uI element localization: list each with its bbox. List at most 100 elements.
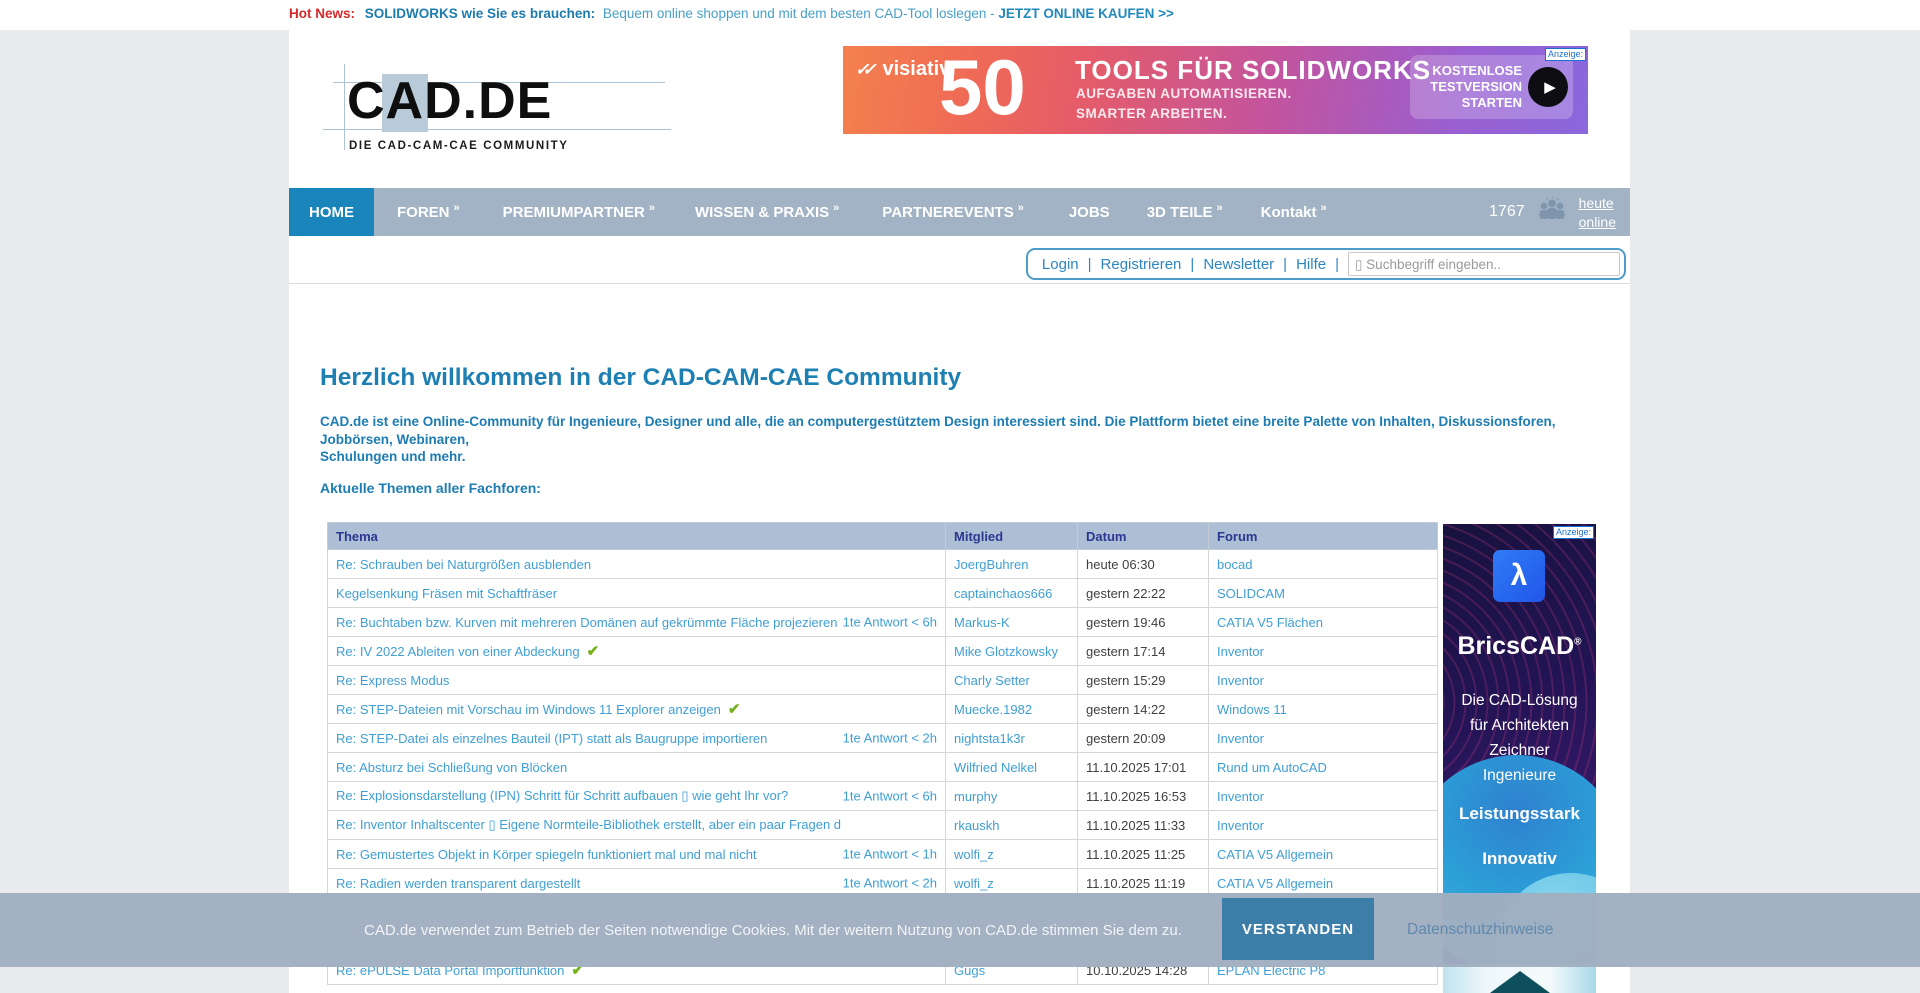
forum-link[interactable]: bocad (1217, 557, 1252, 572)
member-link[interactable]: wolfi_z (954, 847, 994, 862)
topic-link[interactable]: Kegelsenkung Fräsen mit Schaftfräser (336, 586, 557, 601)
forum-link[interactable]: Inventor (1217, 673, 1264, 688)
nav-item-premiumpartner[interactable]: PREMIUMPARTNER» (503, 188, 655, 236)
topic-cell: Re: STEP-Datei als einzelnes Bauteil (IP… (328, 724, 946, 753)
topic-link[interactable]: Re: Absturz bei Schließung von Blöcken (336, 760, 567, 775)
nav-item-partnerevents[interactable]: PARTNEREVENTS » (882, 188, 1024, 236)
bricscad-keyword-2: Innovativ (1443, 849, 1596, 869)
member-link[interactable]: nightsta1k3r (954, 731, 1025, 746)
banner-cta-button[interactable]: KOSTENLOSE TESTVERSION STARTEN ▶ (1410, 55, 1573, 119)
forum-link[interactable]: CATIA V5 Allgemein (1217, 876, 1333, 891)
topic-link[interactable]: Re: STEP-Dateien mit Vorschau im Windows… (336, 702, 721, 717)
nav-item-wissen-praxis[interactable]: WISSEN & PRAXIS» (695, 188, 839, 236)
online-link-online[interactable]: online (1579, 214, 1616, 230)
topic-cell: Re: Express Modus (328, 666, 946, 695)
nav-item-label: 3D TEILE (1147, 204, 1213, 221)
banner-headline: TOOLS FÜR SOLIDWORKS (1075, 55, 1431, 86)
topic-link[interactable]: Re: Gemustertes Objekt in Körper spiegel… (336, 847, 757, 862)
topic-link[interactable]: Re: Buchtaben bzw. Kurven mit mehreren D… (336, 615, 837, 630)
topic-cell: Re: IV 2022 Ableiten von einer Abdeckung… (328, 637, 946, 666)
forum-link[interactable]: CATIA V5 Allgemein (1217, 847, 1333, 862)
cookie-accept-button[interactable]: VERSTANDEN (1222, 898, 1374, 960)
topic-link[interactable]: Re: Radien werden transparent dargestell… (336, 876, 580, 891)
member-link[interactable]: captainchaos666 (954, 586, 1052, 601)
nav-item-foren[interactable]: FOREN» (397, 188, 460, 236)
forum-link[interactable]: SOLIDCAM (1217, 586, 1285, 601)
forum-link[interactable]: Inventor (1217, 644, 1264, 659)
member-cell: Muecke.1982 (946, 695, 1078, 724)
cookie-privacy-link[interactable]: Datenschutzhinweise (1407, 893, 1553, 967)
first-answer-badge: 1te Antwort < 6h (843, 615, 937, 630)
topic-link[interactable]: Re: Express Modus (336, 673, 449, 688)
online-link-heute[interactable]: heute (1579, 195, 1616, 211)
site-logo[interactable]: CAD.DE DIE CAD-CAM-CAE COMMUNITY (347, 72, 677, 187)
search-input[interactable] (1348, 252, 1620, 276)
topic-cell: Re: Schrauben bei Naturgrößen ausblenden (328, 550, 946, 579)
member-link[interactable]: JoergBuhren (954, 557, 1028, 572)
forum-link[interactable]: CATIA V5 Flächen (1217, 615, 1323, 630)
user-link-login[interactable]: Login (1042, 256, 1079, 273)
date-cell: 11.10.2025 11:25 (1078, 840, 1209, 869)
topic-link[interactable]: Re: Schrauben bei Naturgrößen ausblenden (336, 557, 591, 572)
nav-item-jobs[interactable]: JOBS (1069, 188, 1110, 236)
user-link-newsletter[interactable]: Newsletter (1203, 256, 1274, 273)
member-link[interactable]: wolfi_z (954, 876, 994, 891)
member-cell: Charly Setter (946, 666, 1078, 695)
forum-link[interactable]: Inventor (1217, 731, 1264, 746)
first-answer-badge: 1te Antwort < 1h (843, 847, 937, 862)
nav-item-home[interactable]: HOME (289, 188, 374, 236)
chevron-double-icon: » (1018, 202, 1024, 214)
forum-cell: bocad (1209, 550, 1438, 579)
answered-check-icon: ✔ (728, 701, 741, 718)
table-row: Re: Buchtaben bzw. Kurven mit mehreren D… (328, 608, 1438, 637)
forum-link[interactable]: Inventor (1217, 818, 1264, 833)
hot-news-cta-link[interactable]: JETZT ONLINE KAUFEN >> (998, 6, 1174, 21)
forum-link[interactable]: Inventor (1217, 789, 1264, 804)
member-link[interactable]: Muecke.1982 (954, 702, 1032, 717)
member-link[interactable]: Mike Glotzkowsky (954, 644, 1058, 659)
table-row: Re: Absturz bei Schließung von Blöcken Wi… (328, 753, 1438, 782)
bricscad-keyword-1: Leistungsstark (1443, 804, 1596, 824)
bricscad-brand: BricsCAD® (1443, 632, 1596, 661)
member-link[interactable]: Markus-K (954, 615, 1010, 630)
intro-line-2: Schulungen und mehr. (320, 449, 466, 464)
nav-item-label: JOBS (1069, 204, 1110, 221)
play-icon: ▶ (1528, 67, 1568, 107)
user-link-hilfe[interactable]: Hilfe (1296, 256, 1326, 273)
user-link-registrieren[interactable]: Registrieren (1101, 256, 1182, 273)
user-link-separator: | (1088, 256, 1092, 273)
visiativ-logo-icon: ✓✓ (855, 60, 870, 80)
banner-big-number: 50 (939, 46, 1026, 134)
cookie-message: CAD.de verwendet zum Betrieb der Seiten … (364, 893, 1182, 967)
user-link-separator: | (1283, 256, 1287, 273)
member-cell: rkauskh (946, 811, 1078, 840)
member-link[interactable]: murphy (954, 789, 997, 804)
banner-subline-2: SMARTER ARBEITEN. (1076, 106, 1227, 121)
topic-link[interactable]: Re: Explosionsdarstellung (IPN) Schritt … (336, 788, 788, 803)
main-nav: HOME FOREN» PREMIUMPARTNER» WISSEN & PRAXIS… (289, 188, 1630, 236)
topic-link[interactable]: Re: IV 2022 Ableiten von einer Abdeckung (336, 644, 580, 659)
table-row: Re: Inventor Inhaltscenter ▯ Eigene Norm… (328, 811, 1438, 840)
forum-link[interactable]: Rund um AutoCAD (1217, 760, 1327, 775)
chevron-double-icon: » (1321, 202, 1327, 214)
member-cell: JoergBuhren (946, 550, 1078, 579)
bricscad-tagline-line: Ingenieure (1443, 763, 1596, 788)
nav-item-label: Kontakt (1261, 204, 1317, 221)
column-header-mitglied: Mitglied (946, 523, 1078, 550)
nav-item-3d-teile[interactable]: 3D TEILE» (1147, 188, 1223, 236)
banner-ad-visiativ[interactable]: Anzeige: ✓✓ visiativ 50 TOOLS FÜR SOLIDW… (843, 46, 1588, 134)
topic-link[interactable]: Re: STEP-Datei als einzelnes Bauteil (IP… (336, 731, 767, 746)
hot-news-bar: Hot News: SOLIDWORKS wie Sie es brauchen… (0, 0, 1920, 30)
member-link[interactable]: Wilfried Nelkel (954, 760, 1037, 775)
forum-cell: Windows 11 (1209, 695, 1438, 724)
topic-link[interactable]: Re: Inventor Inhaltscenter ▯ Eigene Norm… (336, 817, 841, 832)
table-row: Re: Explosionsdarstellung (IPN) Schritt … (328, 782, 1438, 811)
member-link[interactable]: rkauskh (954, 818, 1000, 833)
topic-cell: Re: Buchtaben bzw. Kurven mit mehreren D… (328, 608, 946, 637)
member-link[interactable]: Charly Setter (954, 673, 1030, 688)
nav-item-kontakt[interactable]: Kontakt » (1261, 188, 1327, 236)
forum-link[interactable]: Windows 11 (1217, 702, 1287, 717)
date-cell: gestern 19:46 (1078, 608, 1209, 637)
nav-item-label: PARTNEREVENTS (882, 204, 1013, 221)
chevron-double-icon: » (649, 202, 655, 214)
